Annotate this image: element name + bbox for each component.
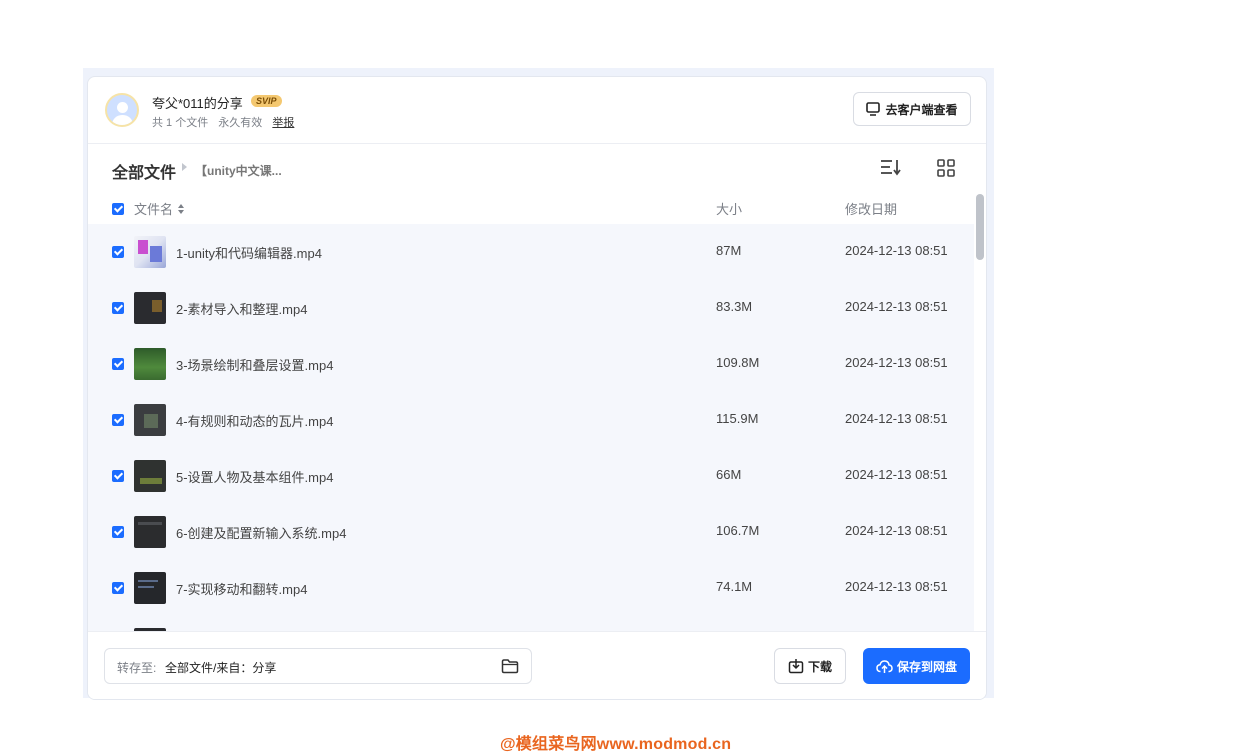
table-row[interactable]: 4-有规则和动态的瓦片.mp4 115.9M 2024-12-13 08:51 bbox=[88, 392, 974, 448]
share-owner: 夸父*011的分享 bbox=[152, 96, 243, 111]
list-scrollbar[interactable] bbox=[976, 194, 984, 260]
sort-icon[interactable] bbox=[880, 158, 902, 176]
watermark: @模组菜鸟网www.modmod.cn bbox=[500, 736, 732, 753]
file-date: 2024-12-13 08:51 bbox=[845, 579, 948, 594]
download-button[interactable]: 下载 bbox=[774, 648, 846, 684]
file-size: 106.7M bbox=[716, 523, 760, 538]
video-thumbnail bbox=[134, 292, 166, 324]
column-size-header: 大小 bbox=[716, 202, 743, 217]
share-panel: 夸父*011的分享 SVIP 共 1 个文件 永久有效 举报 去客户端查看 全部… bbox=[87, 76, 987, 700]
file-list: 1-unity和代码编辑器.mp4 87M 2024-12-13 08:51 2… bbox=[88, 224, 974, 632]
video-thumbnail bbox=[134, 516, 166, 548]
file-name[interactable]: 5-设置人物及基本组件.mp4 bbox=[176, 467, 333, 486]
select-all-checkbox[interactable] bbox=[112, 203, 124, 215]
file-date: 2024-12-13 08:51 bbox=[845, 467, 948, 482]
video-thumbnail bbox=[134, 460, 166, 492]
save-destination-label: 转存至: bbox=[117, 661, 157, 675]
file-name[interactable]: 2-素材导入和整理.mp4 bbox=[176, 299, 307, 318]
grid-view-icon[interactable] bbox=[936, 158, 956, 178]
table-row[interactable]: 2-素材导入和整理.mp4 83.3M 2024-12-13 08:51 bbox=[88, 280, 974, 336]
file-name[interactable]: 3-场景绘制和叠层设置.mp4 bbox=[176, 355, 333, 374]
save-destination-path: 全部文件/来自：分享 bbox=[165, 661, 277, 675]
row-checkbox[interactable] bbox=[112, 302, 124, 314]
monitor-icon bbox=[866, 102, 881, 116]
svip-badge: SVIP bbox=[251, 95, 282, 107]
row-checkbox[interactable] bbox=[112, 582, 124, 594]
file-size: 109.8M bbox=[716, 355, 760, 370]
video-thumbnail bbox=[134, 348, 166, 380]
avatar bbox=[105, 93, 139, 127]
file-date: 2024-12-13 08:51 bbox=[845, 243, 948, 258]
table-row[interactable]: 7-实现移动和翻转.mp4 74.1M 2024-12-13 08:51 bbox=[88, 560, 974, 616]
share-footer: 转存至: 全部文件/来自：分享 下载 保存到网盘 bbox=[88, 631, 986, 699]
column-date-header: 修改日期 bbox=[845, 202, 898, 217]
file-size: 83.3M bbox=[716, 299, 753, 314]
row-checkbox[interactable] bbox=[112, 414, 124, 426]
open-client-button[interactable]: 去客户端查看 bbox=[853, 92, 971, 126]
cloud-upload-icon bbox=[876, 659, 893, 673]
save-to-disk-button[interactable]: 保存到网盘 bbox=[863, 648, 970, 684]
open-client-label: 去客户端查看 bbox=[885, 102, 958, 117]
file-count: 共 1 个文件 bbox=[152, 117, 209, 129]
file-name[interactable]: 1-unity和代码编辑器.mp4 bbox=[176, 243, 322, 262]
file-size: 115.9M bbox=[716, 411, 759, 426]
folder-icon[interactable] bbox=[501, 658, 519, 674]
file-name[interactable]: 7-实现移动和翻转.mp4 bbox=[176, 579, 307, 598]
report-link[interactable]: 举报 bbox=[272, 117, 294, 129]
video-thumbnail bbox=[134, 236, 166, 268]
file-date: 2024-12-13 08:51 bbox=[845, 299, 948, 314]
breadcrumb-separator-icon bbox=[182, 163, 187, 171]
table-row-partial[interactable] bbox=[88, 616, 974, 632]
save-label: 保存到网盘 bbox=[896, 659, 957, 674]
download-label: 下载 bbox=[807, 659, 832, 674]
file-date: 2024-12-13 08:51 bbox=[845, 411, 948, 426]
file-size: 66M bbox=[716, 467, 742, 482]
file-name[interactable]: 6-创建及配置新输入系统.mp4 bbox=[176, 523, 346, 542]
file-date: 2024-12-13 08:51 bbox=[845, 523, 948, 538]
row-checkbox[interactable] bbox=[112, 470, 124, 482]
validity: 永久有效 bbox=[218, 117, 263, 129]
download-icon bbox=[788, 659, 804, 674]
row-checkbox[interactable] bbox=[112, 526, 124, 538]
table-row[interactable]: 1-unity和代码编辑器.mp4 87M 2024-12-13 08:51 bbox=[88, 224, 974, 280]
row-checkbox[interactable] bbox=[112, 246, 124, 258]
sort-arrows-icon bbox=[177, 204, 184, 214]
row-checkbox[interactable] bbox=[112, 358, 124, 370]
breadcrumb-current[interactable]: 【unity中文课... bbox=[195, 162, 282, 179]
table-row[interactable]: 6-创建及配置新输入系统.mp4 106.7M 2024-12-13 08:51 bbox=[88, 504, 974, 560]
table-row[interactable]: 5-设置人物及基本组件.mp4 66M 2024-12-13 08:51 bbox=[88, 448, 974, 504]
file-size: 87M bbox=[716, 243, 742, 258]
file-date: 2024-12-13 08:51 bbox=[845, 355, 948, 370]
breadcrumb-root[interactable]: 全部文件 bbox=[112, 159, 176, 183]
save-destination-field[interactable]: 转存至: 全部文件/来自：分享 bbox=[104, 648, 532, 684]
share-header: 夸父*011的分享 SVIP 共 1 个文件 永久有效 举报 去客户端查看 bbox=[88, 77, 986, 144]
file-size: 74.1M bbox=[716, 579, 753, 594]
column-name-label: 文件名 bbox=[134, 202, 174, 217]
table-row[interactable]: 3-场景绘制和叠层设置.mp4 109.8M 2024-12-13 08:51 bbox=[88, 336, 974, 392]
video-thumbnail bbox=[134, 404, 166, 436]
file-name[interactable]: 4-有规则和动态的瓦片.mp4 bbox=[176, 411, 333, 430]
column-name-header[interactable]: 文件名 bbox=[134, 199, 185, 218]
share-meta: 共 1 个文件 永久有效 举报 bbox=[152, 114, 301, 130]
video-thumbnail bbox=[134, 572, 166, 604]
share-dialog-frame: 夸父*011的分享 SVIP 共 1 个文件 永久有效 举报 去客户端查看 全部… bbox=[83, 68, 994, 700]
